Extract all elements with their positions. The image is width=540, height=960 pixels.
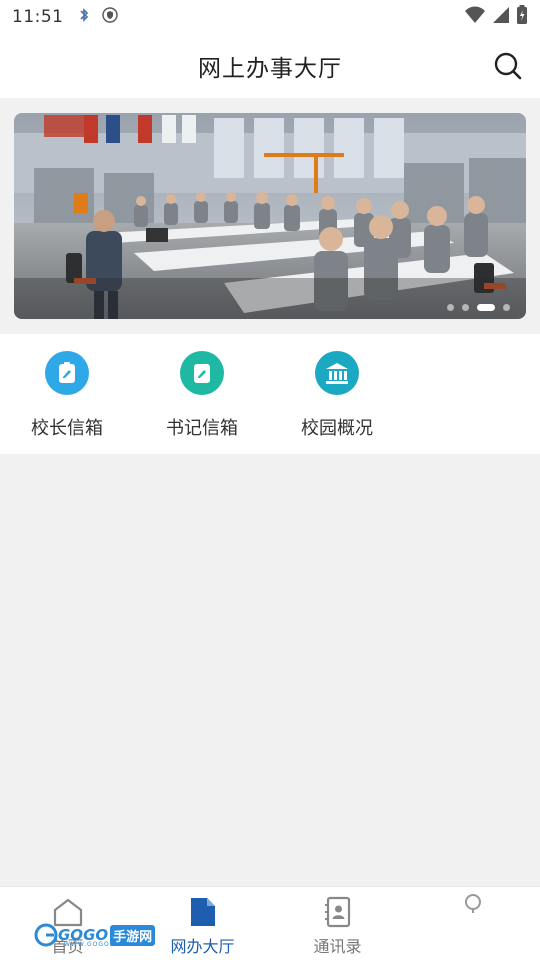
- nav-label: 网办大厅: [170, 937, 235, 956]
- bluetooth-icon: [78, 7, 90, 27]
- signal-icon: [492, 6, 510, 28]
- quick-item-label: 校园概况: [301, 418, 373, 439]
- carousel-dot[interactable]: [503, 304, 510, 311]
- contacts-icon: [321, 895, 355, 929]
- banner-section: [0, 98, 540, 334]
- document-icon: [186, 895, 220, 929]
- status-bar: 11:51: [0, 0, 540, 34]
- banner-image: [14, 113, 526, 319]
- quick-item-label: 书记信箱: [166, 418, 238, 439]
- carousel-dot[interactable]: [462, 304, 469, 311]
- page-title: 网上办事大厅: [198, 56, 342, 82]
- principal-mailbox-item[interactable]: 校长信箱: [7, 334, 127, 454]
- carousel-dot[interactable]: [447, 304, 454, 311]
- status-notification-icons: [78, 7, 118, 27]
- campus-overview-item[interactable]: 校园概况: [277, 334, 397, 454]
- carousel-indicator: [447, 304, 510, 311]
- nav-item-profile[interactable]: [405, 887, 540, 960]
- quick-item-label: 校长信箱: [31, 418, 103, 439]
- search-icon: [494, 52, 522, 80]
- quick-menu: 校长信箱 书记信箱 校园概况: [0, 334, 540, 454]
- banner-carousel[interactable]: [14, 113, 526, 319]
- app-header: 网上办事大厅: [0, 34, 540, 98]
- building-icon: [315, 351, 359, 395]
- nav-item-contacts[interactable]: 通讯录: [270, 887, 405, 960]
- nav-label: 通讯录: [313, 937, 362, 956]
- watermark-sub: WWW.GOGOD.CN: [64, 941, 129, 948]
- watermark-logo: GOGO 手游网 WWW.GOGOD.CN: [34, 920, 156, 950]
- shield-icon: [101, 7, 118, 27]
- carousel-dot-active[interactable]: [477, 304, 495, 311]
- wifi-icon: [464, 6, 486, 28]
- nav-item-service-hall[interactable]: 网办大厅: [135, 887, 270, 960]
- edit-icon: [45, 351, 89, 395]
- status-right-icons: [464, 5, 528, 29]
- battery-icon: [516, 5, 528, 29]
- edit-icon: [180, 351, 224, 395]
- status-time: 11:51: [12, 7, 64, 27]
- profile-icon: [456, 889, 490, 923]
- watermark-icon: [34, 923, 58, 947]
- secretary-mailbox-item[interactable]: 书记信箱: [142, 334, 262, 454]
- search-button[interactable]: [492, 50, 524, 82]
